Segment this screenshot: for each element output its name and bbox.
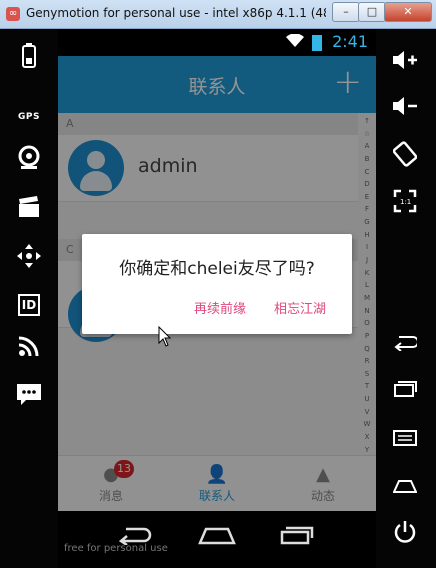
android-screen: 2:41 联系人 + A admin C ↑ ☆ A B C D E F G H I J K L M N O P Q… <box>58 29 376 568</box>
gps-label: GPS <box>18 112 40 122</box>
gps-icon[interactable]: GPS <box>12 97 46 127</box>
android-navigation-bar: free for personal use <box>58 511 376 568</box>
maximize-button[interactable]: □ <box>358 2 386 22</box>
genymotion-right-toolbar: 1:1 <box>376 29 436 568</box>
back-icon[interactable] <box>388 329 422 359</box>
genymotion-app-icon: ∞ <box>6 7 20 21</box>
home-icon[interactable] <box>388 473 422 503</box>
mouse-cursor-icon <box>158 326 172 347</box>
volume-up-icon[interactable] <box>388 49 422 79</box>
scale-icon[interactable]: 1:1 <box>388 189 422 219</box>
camera-icon[interactable] <box>12 145 46 175</box>
media-icon[interactable] <box>12 195 46 225</box>
rss-icon[interactable] <box>12 335 46 365</box>
nav-recent-icon[interactable] <box>280 525 314 551</box>
recent-apps-icon[interactable] <box>388 375 422 405</box>
power-icon[interactable] <box>388 519 422 549</box>
nav-home-icon[interactable] <box>198 525 236 551</box>
dialog-confirm-button[interactable]: 相忘江湖 <box>274 298 326 317</box>
window-title-bar: ∞ Genymotion for personal use - intel x8… <box>0 0 436 29</box>
volume-down-icon[interactable] <box>388 95 422 125</box>
watermark: free for personal use <box>64 543 168 554</box>
battery-icon[interactable] <box>12 43 46 73</box>
minimize-button[interactable]: – <box>332 2 360 22</box>
genymotion-left-toolbar: GPS ID <box>0 29 58 568</box>
dialog-message: 你确定和chelei友尽了吗? <box>119 259 315 279</box>
unfriend-confirm-dialog: 你确定和chelei友尽了吗? 再续前缘 相忘江湖 <box>82 234 352 334</box>
close-window-button[interactable]: ✕ <box>384 2 432 22</box>
menu-icon[interactable] <box>388 425 422 455</box>
id-label: ID <box>17 294 41 316</box>
dialog-cancel-button[interactable]: 再续前缘 <box>194 298 246 317</box>
clock: 2:41 <box>332 32 368 51</box>
id-icon[interactable]: ID <box>12 287 46 317</box>
nav-back-icon[interactable] <box>118 525 152 551</box>
window-title: Genymotion for personal use - intel x86p… <box>26 6 326 20</box>
status-bar: 2:41 <box>58 29 376 56</box>
wifi-icon <box>286 33 304 52</box>
svg-text:1:1: 1:1 <box>400 198 411 206</box>
sms-icon[interactable] <box>12 383 46 413</box>
dpad-icon[interactable] <box>12 243 46 273</box>
battery-status-icon <box>312 35 322 51</box>
rotate-icon[interactable] <box>388 141 422 171</box>
